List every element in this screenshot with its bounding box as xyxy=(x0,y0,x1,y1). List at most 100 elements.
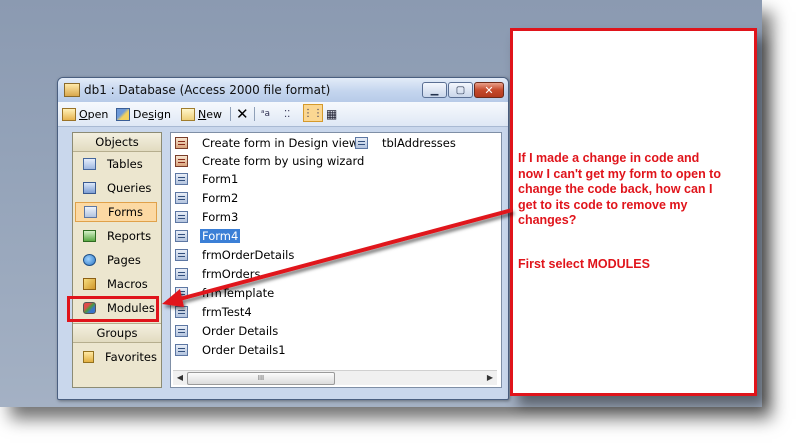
toolbar-separator xyxy=(230,107,231,121)
new-label: ew xyxy=(206,107,222,121)
details-view-icon: ▦ xyxy=(326,107,338,121)
list-item-label: Create form by using wizard xyxy=(202,154,365,168)
large-icons-button[interactable]: ᵃa xyxy=(261,106,270,122)
callout-question: If I made a change in code and now I can… xyxy=(518,151,721,227)
list-item[interactable]: frmTest4 xyxy=(175,304,252,320)
new-label-accel: N xyxy=(198,107,207,121)
objects-item-label: Macros xyxy=(107,277,148,291)
objects-item-forms[interactable]: Forms xyxy=(75,202,157,222)
list-item[interactable]: Create form in Design view xyxy=(175,135,358,151)
objects-item-label: Queries xyxy=(107,181,152,195)
design-label: ign xyxy=(153,107,171,121)
list-item-label: tblAddresses xyxy=(382,136,456,150)
new-icon xyxy=(181,107,195,121)
list-item-label: frmTemplate xyxy=(202,286,275,300)
scroll-thumb[interactable]: III xyxy=(187,372,335,385)
list-item-label: Form2 xyxy=(202,191,239,205)
list-item[interactable]: Form1 xyxy=(175,171,238,187)
list-item[interactable]: tblAddresses xyxy=(355,135,456,151)
design-view-wizard-icon xyxy=(175,137,188,149)
design-label-start: De xyxy=(133,107,149,121)
report-icon xyxy=(83,230,96,242)
form-icon xyxy=(175,211,188,223)
objects-item-label: Pages xyxy=(107,253,141,267)
list-item[interactable]: frmOrderDetails xyxy=(175,247,294,263)
minimize-icon: ▁ xyxy=(430,84,439,96)
form-icon xyxy=(175,192,188,204)
form-icon xyxy=(175,287,188,299)
form-icon xyxy=(175,325,188,337)
list-item-label: Form1 xyxy=(202,172,239,186)
details-view-button[interactable]: ▦ xyxy=(326,106,337,122)
title-bar[interactable]: db1 : Database (Access 2000 file format)… xyxy=(58,78,508,102)
forms-list: Create form in Design view Create form b… xyxy=(170,132,502,388)
maximize-icon: ▢ xyxy=(455,84,466,96)
objects-item-pages[interactable]: Pages xyxy=(75,250,157,270)
list-view-icon: ⋮⋮ xyxy=(303,107,323,119)
delete-icon: ✕ xyxy=(236,105,249,123)
delete-button[interactable]: ✕ xyxy=(236,105,249,123)
design-button[interactable]: De s ign xyxy=(116,106,171,122)
new-button[interactable]: New xyxy=(181,106,222,122)
large-icons-icon: ᵃa xyxy=(261,109,271,119)
toolbar-separator xyxy=(254,107,255,121)
modules-highlight-box xyxy=(67,296,159,322)
list-item[interactable]: Order Details1 xyxy=(175,342,286,358)
window-body: Objects Tables Queries Forms Reports Pag… xyxy=(62,128,502,394)
objects-item-tables[interactable]: Tables xyxy=(75,154,157,174)
close-icon: ✕ xyxy=(484,83,494,97)
objects-item-macros[interactable]: Macros xyxy=(75,274,157,294)
list-item[interactable]: frmOrders xyxy=(175,266,260,282)
open-label-accel: O xyxy=(79,107,88,121)
form-icon xyxy=(175,268,188,280)
groups-header[interactable]: Groups xyxy=(73,323,161,343)
list-item-label: frmOrders xyxy=(202,267,261,281)
list-item[interactable]: Form3 xyxy=(175,209,238,225)
design-icon xyxy=(116,107,130,121)
list-item-label: frmOrderDetails xyxy=(202,248,295,262)
objects-item-label: Tables xyxy=(107,157,143,171)
list-item[interactable]: Form2 xyxy=(175,190,238,206)
objects-header[interactable]: Objects xyxy=(73,133,161,152)
objects-item-label: Forms xyxy=(108,205,143,219)
list-item-label: Form4 xyxy=(200,229,241,243)
objects-item-reports[interactable]: Reports xyxy=(75,226,157,246)
form-icon xyxy=(175,344,188,356)
favorites-folder-icon xyxy=(83,351,95,363)
list-item-selected[interactable]: Form4 xyxy=(175,228,241,244)
scroll-right-icon[interactable]: ▶ xyxy=(483,371,497,385)
objects-item-queries[interactable]: Queries xyxy=(75,178,157,198)
list-item-label: Order Details1 xyxy=(202,343,286,357)
list-view-button[interactable]: ⋮⋮ xyxy=(303,104,323,122)
list-item[interactable]: Create form by using wizard xyxy=(175,153,364,169)
close-button[interactable]: ✕ xyxy=(474,82,504,98)
form-wizard-icon xyxy=(175,155,188,167)
list-item-label: Order Details xyxy=(202,324,279,338)
macro-icon xyxy=(83,278,96,290)
groups-item-favorites[interactable]: Favorites xyxy=(75,347,157,367)
minimize-button[interactable]: ▁ xyxy=(422,82,447,98)
form-icon xyxy=(175,230,188,242)
small-icons-button[interactable]: ⁚⁚ xyxy=(284,106,290,122)
objects-bar: Objects Tables Queries Forms Reports Pag… xyxy=(72,132,162,388)
open-button[interactable]: Open xyxy=(62,106,108,122)
form-icon xyxy=(175,173,188,185)
scroll-left-icon[interactable]: ◀ xyxy=(173,371,187,385)
database-window: db1 : Database (Access 2000 file format)… xyxy=(57,77,509,400)
form-icon xyxy=(175,249,188,261)
maximize-button[interactable]: ▢ xyxy=(448,82,473,98)
list-item-label: Create form in Design view xyxy=(202,136,359,150)
table-icon xyxy=(355,137,368,149)
horizontal-scrollbar[interactable]: ◀ III ▶ xyxy=(173,370,497,385)
table-icon xyxy=(83,158,96,170)
form-icon xyxy=(175,306,188,318)
list-item-label: frmTest4 xyxy=(202,305,252,319)
open-label: pen xyxy=(87,107,109,121)
list-item-label: Form3 xyxy=(202,210,239,224)
list-item[interactable]: Order Details xyxy=(175,323,278,339)
query-icon xyxy=(83,182,96,194)
form-icon xyxy=(84,206,97,218)
open-icon xyxy=(62,107,76,121)
list-item[interactable]: frmTemplate xyxy=(175,285,274,301)
callout-instruction: First select MODULES xyxy=(518,257,650,271)
